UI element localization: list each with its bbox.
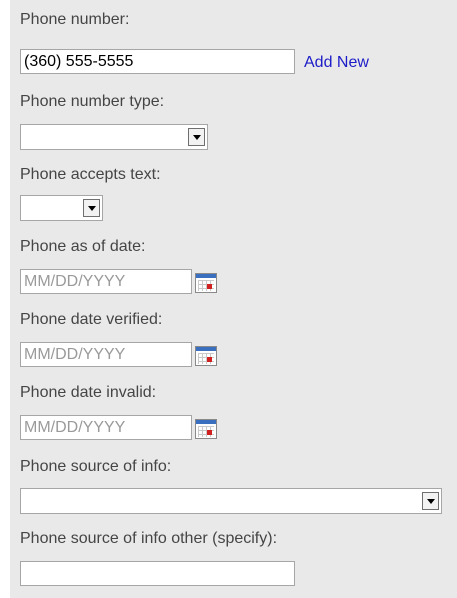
phone-as-of-date-label: Phone as of date: <box>20 238 146 255</box>
phone-number-label: Phone number: <box>20 11 130 28</box>
phone-number-type-select[interactable] <box>20 124 208 150</box>
calendar-icon[interactable] <box>195 419 217 439</box>
phone-number-input[interactable]: (360) 555-5555 <box>20 49 295 74</box>
chevron-down-icon[interactable] <box>188 128 205 146</box>
phone-source-of-info-label: Phone source of info: <box>20 458 172 475</box>
phone-number-type-label: Phone number type: <box>20 93 165 110</box>
phone-date-verified-label: Phone date verified: <box>20 311 163 328</box>
phone-source-other-label: Phone source of info other (specify): <box>20 530 278 547</box>
phone-accepts-text-select[interactable] <box>20 195 103 221</box>
chevron-down-icon[interactable] <box>83 199 100 217</box>
phone-date-invalid-input[interactable]: MM/DD/YYYY <box>20 415 192 440</box>
phone-source-other-input[interactable] <box>20 561 295 586</box>
phone-as-of-date-input[interactable]: MM/DD/YYYY <box>20 269 192 294</box>
calendar-icon[interactable] <box>195 346 217 366</box>
phone-date-verified-input[interactable]: MM/DD/YYYY <box>20 342 192 367</box>
phone-accepts-text-label: Phone accepts text: <box>20 166 161 183</box>
phone-date-invalid-label: Phone date invalid: <box>20 384 157 401</box>
chevron-down-icon[interactable] <box>422 492 439 510</box>
phone-source-of-info-select[interactable] <box>20 488 442 514</box>
add-new-link[interactable]: Add New <box>304 53 369 73</box>
calendar-icon[interactable] <box>195 273 217 293</box>
